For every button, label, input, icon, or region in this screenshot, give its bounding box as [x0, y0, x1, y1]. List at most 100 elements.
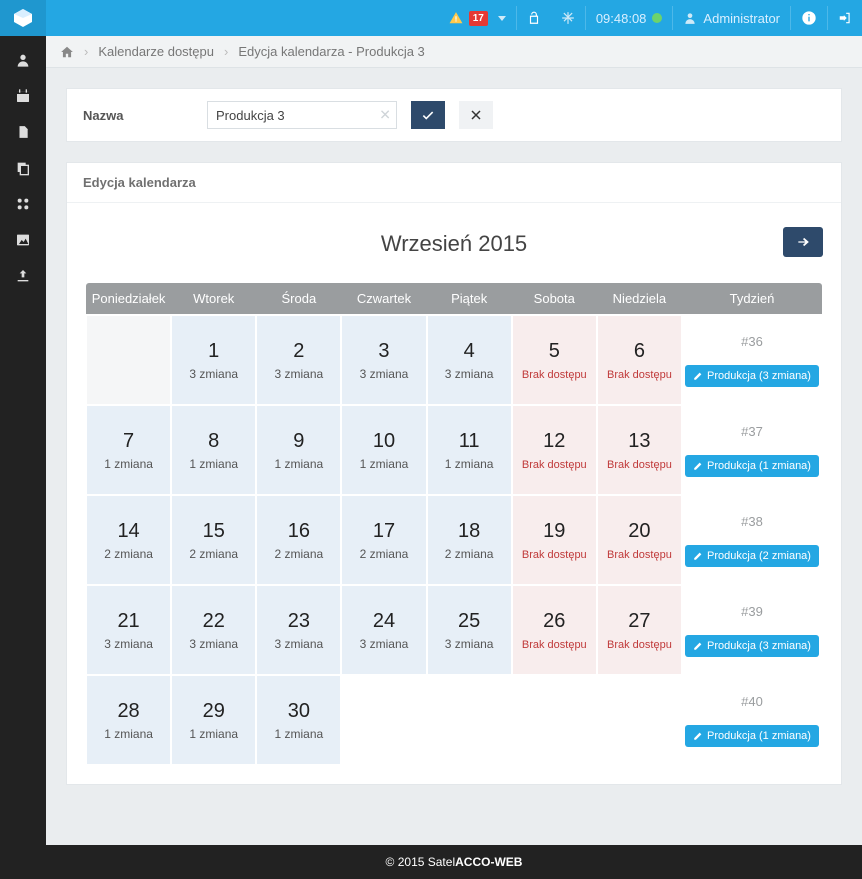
day-cell[interactable]: 91 zmiana [256, 405, 341, 495]
info-button[interactable] [791, 0, 827, 36]
day-cell-empty [597, 675, 682, 765]
arrow-right-icon [795, 235, 811, 249]
week-edit-button[interactable]: Produkcja (1 zmiana) [685, 455, 819, 477]
cancel-button[interactable] [459, 101, 493, 129]
clock-display: 09:48:08 [586, 0, 673, 36]
user-icon [683, 11, 697, 25]
week-edit-button[interactable]: Produkcja (1 zmiana) [685, 725, 819, 747]
col-thu: Czwartek [341, 283, 426, 315]
edit-icon [693, 461, 703, 471]
day-cell[interactable]: 6Brak dostępu [597, 315, 682, 405]
sidebar-document[interactable] [0, 114, 46, 150]
day-cell[interactable]: 13Brak dostępu [597, 405, 682, 495]
day-cell[interactable]: 43 zmiana [427, 315, 512, 405]
day-cell[interactable]: 12Brak dostępu [512, 405, 597, 495]
day-cell[interactable]: 33 zmiana [341, 315, 426, 405]
day-cell[interactable]: 81 zmiana [171, 405, 256, 495]
week-edit-button[interactable]: Produkcja (3 zmiana) [685, 365, 819, 387]
day-cell[interactable]: 142 zmiana [86, 495, 171, 585]
day-cell[interactable]: 152 zmiana [171, 495, 256, 585]
day-cell[interactable]: 71 zmiana [86, 405, 171, 495]
col-sat: Sobota [512, 283, 597, 315]
day-cell[interactable]: 23 zmiana [256, 315, 341, 405]
day-cell[interactable]: 253 zmiana [427, 585, 512, 675]
next-month-button[interactable] [783, 227, 823, 257]
col-fri: Piątek [427, 283, 512, 315]
topbar: 17 09:48:08 Administrator [0, 0, 862, 36]
week-cell: #37Produkcja (1 zmiana) [682, 405, 822, 495]
breadcrumb: › Kalendarze dostępu › Edycja kalendarza… [46, 36, 862, 68]
edit-icon [693, 731, 703, 741]
calendar-table: Poniedziałek Wtorek Środa Czwartek Piąte… [85, 283, 823, 766]
check-icon [421, 108, 435, 122]
clear-icon[interactable]: ✕ [379, 107, 391, 124]
alert-badge: 17 [469, 11, 488, 26]
day-cell[interactable]: 26Brak dostępu [512, 585, 597, 675]
sidebar-upload[interactable] [0, 258, 46, 294]
sidebar-image[interactable] [0, 222, 46, 258]
day-cell[interactable]: 101 zmiana [341, 405, 426, 495]
edit-icon [693, 551, 703, 561]
panel-title: Edycja kalendarza [67, 163, 841, 203]
day-cell[interactable]: 13 zmiana [171, 315, 256, 405]
logo [0, 0, 46, 36]
alerts-button[interactable]: 17 [439, 0, 516, 36]
day-cell[interactable]: 27Brak dostępu [597, 585, 682, 675]
week-edit-button[interactable]: Produkcja (3 zmiana) [685, 635, 819, 657]
day-cell[interactable]: 19Brak dostępu [512, 495, 597, 585]
snowflake-icon [561, 11, 575, 25]
col-week: Tydzień [682, 283, 822, 315]
settings-button[interactable] [551, 0, 585, 36]
week-cell: #40Produkcja (1 zmiana) [682, 675, 822, 765]
name-input[interactable] [207, 101, 397, 129]
week-cell: #36Produkcja (3 zmiana) [682, 315, 822, 405]
day-cell[interactable]: 182 zmiana [427, 495, 512, 585]
breadcrumb-current: Edycja kalendarza - Produkcja 3 [238, 44, 424, 59]
close-icon [470, 109, 482, 121]
day-cell[interactable]: 233 zmiana [256, 585, 341, 675]
day-cell[interactable]: 291 zmiana [171, 675, 256, 765]
document-icon [16, 124, 30, 140]
chevron-down-icon [498, 16, 506, 21]
day-cell-empty [512, 675, 597, 765]
day-cell[interactable]: 162 zmiana [256, 495, 341, 585]
name-label: Nazwa [83, 108, 193, 123]
col-wed: Środa [256, 283, 341, 315]
sidebar-copy[interactable] [0, 150, 46, 186]
edit-icon [693, 371, 703, 381]
calendar-icon [15, 88, 31, 104]
unlock-icon [527, 11, 541, 25]
logout-icon [838, 11, 852, 25]
col-tue: Wtorek [171, 283, 256, 315]
image-icon [15, 232, 31, 248]
week-edit-button[interactable]: Produkcja (2 zmiana) [685, 545, 819, 567]
day-cell[interactable]: 281 zmiana [86, 675, 171, 765]
day-cell[interactable]: 213 zmiana [86, 585, 171, 675]
modules-icon [15, 196, 31, 212]
day-cell[interactable]: 111 zmiana [427, 405, 512, 495]
upload-icon [15, 268, 31, 284]
day-cell[interactable]: 20Brak dostępu [597, 495, 682, 585]
unlock-button[interactable] [517, 0, 551, 36]
day-cell-empty [341, 675, 426, 765]
breadcrumb-link[interactable]: Kalendarze dostępu [98, 44, 214, 59]
status-dot [652, 13, 662, 23]
day-cell[interactable]: 172 zmiana [341, 495, 426, 585]
logout-button[interactable] [828, 0, 862, 36]
day-cell[interactable]: 243 zmiana [341, 585, 426, 675]
day-cell[interactable]: 301 zmiana [256, 675, 341, 765]
warning-icon [449, 11, 463, 25]
sidebar-calendar[interactable] [0, 78, 46, 114]
day-cell[interactable]: 5Brak dostępu [512, 315, 597, 405]
user-menu[interactable]: Administrator [673, 0, 790, 36]
confirm-button[interactable] [411, 101, 445, 129]
sidebar-modules[interactable] [0, 186, 46, 222]
footer: © 2015 Satel ACCO-WEB [46, 845, 862, 879]
sidebar [0, 36, 46, 879]
sidebar-users[interactable] [0, 42, 46, 78]
user-icon [15, 52, 31, 68]
col-sun: Niedziela [597, 283, 682, 315]
day-cell[interactable]: 223 zmiana [171, 585, 256, 675]
month-title: Wrzesień 2015 [85, 231, 823, 257]
home-icon[interactable] [60, 45, 74, 59]
